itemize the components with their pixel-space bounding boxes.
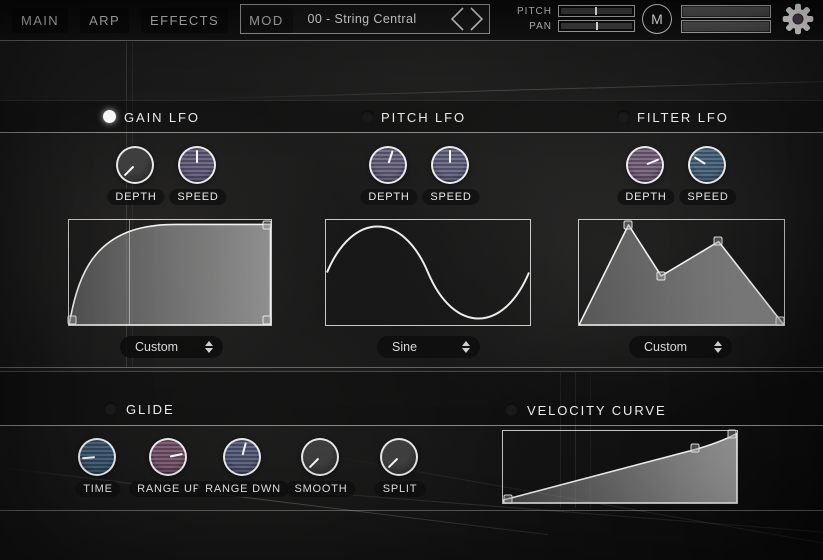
curve-handle[interactable] (262, 315, 271, 324)
gain-lfo-title: GAIN LFO (124, 110, 200, 125)
next-preset-icon[interactable] (467, 6, 485, 32)
filter-lfo-title: FILTER LFO (637, 110, 729, 125)
pitch-lfo-wave-display[interactable] (325, 219, 531, 326)
tab-arp[interactable]: ARP (80, 8, 129, 33)
velocity-curve (503, 433, 737, 503)
level-slider-lower[interactable] (681, 20, 771, 33)
glide-smooth-label: SMOOTH (286, 481, 355, 497)
preset-name: 00 - String Central (241, 12, 449, 26)
glide-split-knob[interactable] (380, 438, 418, 476)
glide-range-dwn-label: RANGE DWN (197, 481, 289, 497)
glide-range-dwn-knob[interactable] (223, 438, 261, 476)
gain-lfo-wave-display[interactable] (68, 219, 272, 326)
select-value: Custom (644, 340, 687, 354)
pitch-lfo-curve (327, 227, 529, 319)
pitch-slider-handle[interactable] (595, 7, 597, 15)
pitch-speed-knob[interactable] (431, 146, 469, 184)
glide-smooth-knob[interactable] (301, 438, 339, 476)
knob-pointer (449, 150, 451, 163)
knob-pointer (388, 150, 394, 163)
glide-header-band (0, 371, 823, 426)
select-arrows-icon (714, 341, 722, 353)
plugin-window: MAIN ARP EFFECTS MOD 00 - String Central… (0, 0, 823, 560)
knob-pointer (694, 156, 706, 165)
preset-nav (449, 6, 485, 32)
velocity-curve-title: VELOCITY CURVE (527, 403, 667, 418)
pitch-lfo-shape-select[interactable]: Sine (377, 336, 480, 358)
pitch-label: PITCH (510, 6, 552, 17)
gain-depth-label: DEPTH (107, 189, 164, 205)
pan-slider[interactable] (558, 20, 635, 32)
pitch-slider[interactable] (558, 5, 635, 17)
select-value: Custom (135, 340, 178, 354)
knob-pointer (646, 158, 659, 165)
knob-pointer (170, 453, 183, 458)
curve-handle[interactable] (775, 316, 784, 325)
tab-effects[interactable]: EFFECTS (141, 8, 228, 33)
filter-speed-knob[interactable] (688, 146, 726, 184)
pitch-lfo-enable-led[interactable] (361, 110, 374, 123)
gain-speed-label: SPEED (169, 189, 226, 205)
pitch-speed-label: SPEED (422, 189, 479, 205)
glide-range-up-knob[interactable] (149, 438, 187, 476)
curve-handle[interactable] (503, 494, 512, 503)
select-arrows-icon (205, 341, 213, 353)
lfo-playhead (129, 220, 130, 325)
top-toolbar: MAIN ARP EFFECTS MOD 00 - String Central… (0, 0, 823, 41)
preset-selector[interactable]: 00 - String Central (240, 4, 490, 34)
glide-enable-led[interactable] (104, 402, 117, 415)
gain-speed-knob[interactable] (178, 146, 216, 184)
divider (0, 367, 823, 368)
glide-split-label: SPLIT (375, 481, 426, 497)
previous-preset-icon[interactable] (449, 6, 467, 32)
glide-time-knob[interactable] (78, 438, 116, 476)
curve-handle[interactable] (68, 315, 77, 324)
curve-handle[interactable] (714, 237, 723, 246)
filter-lfo-shape-select[interactable]: Custom (629, 336, 732, 358)
pitch-depth-knob[interactable] (369, 146, 407, 184)
pan-slider-handle[interactable] (596, 22, 598, 30)
curve-handle[interactable] (657, 271, 666, 280)
tab-main[interactable]: MAIN (12, 8, 68, 33)
filter-speed-label: SPEED (679, 189, 736, 205)
gain-lfo-curve (69, 224, 271, 325)
knob-pointer (196, 150, 198, 163)
select-arrows-icon (462, 341, 470, 353)
gain-lfo-shape-select[interactable]: Custom (120, 336, 223, 358)
curve-handle[interactable] (262, 221, 271, 230)
knob-pointer (388, 458, 399, 469)
glide-title: GLIDE (126, 402, 175, 417)
knob-pointer (242, 442, 247, 455)
velocity-curve-led[interactable] (505, 403, 518, 416)
knob-pointer (124, 166, 135, 177)
knob-pointer (309, 458, 320, 469)
m-button[interactable]: M (642, 4, 672, 34)
pitch-depth-label: DEPTH (360, 189, 417, 205)
gain-lfo-enable-led[interactable] (103, 110, 116, 123)
glide-time-label: TIME (75, 481, 120, 497)
pitch-lfo-title: PITCH LFO (381, 110, 466, 125)
level-slider-upper[interactable] (681, 5, 771, 18)
filter-lfo-enable-led[interactable] (617, 110, 630, 123)
filter-depth-knob[interactable] (626, 146, 664, 184)
curve-handle[interactable] (624, 221, 633, 230)
filter-lfo-curve (579, 225, 784, 325)
pan-label: PAN (510, 21, 552, 32)
filter-depth-label: DEPTH (617, 189, 674, 205)
select-value: Sine (392, 340, 417, 354)
filter-lfo-wave-display[interactable] (578, 219, 785, 326)
knob-pointer (82, 456, 95, 459)
velocity-curve-display[interactable] (502, 430, 738, 504)
settings-gear-icon[interactable] (781, 2, 815, 41)
divider (0, 510, 823, 511)
curve-handle[interactable] (690, 443, 699, 452)
curve-handle[interactable] (728, 429, 737, 438)
gain-depth-knob[interactable] (116, 146, 154, 184)
